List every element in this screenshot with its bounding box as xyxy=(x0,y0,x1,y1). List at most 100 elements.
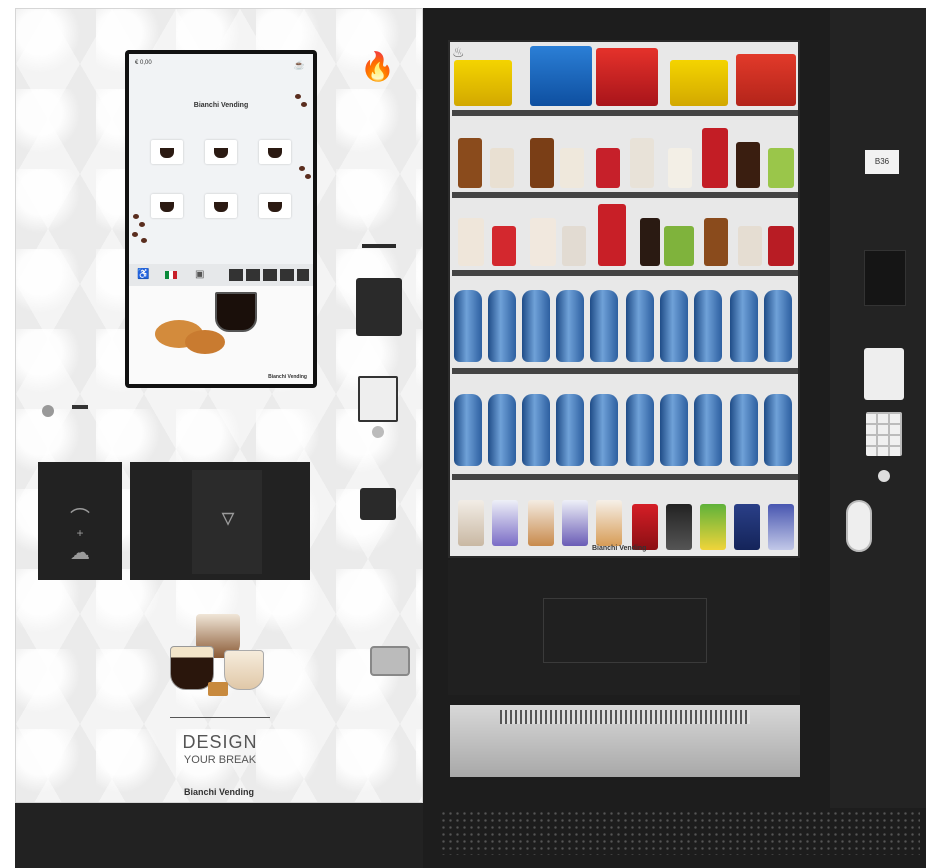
candy-bar xyxy=(768,148,794,188)
candy-bar xyxy=(560,148,584,188)
side-label: B36 xyxy=(865,150,899,174)
promo-banner: Bianchi Vending xyxy=(129,286,313,384)
candy-bar xyxy=(668,148,692,188)
brand-plate: Bianchi Vending xyxy=(183,787,254,797)
water-bottle xyxy=(730,290,758,362)
can xyxy=(632,504,658,550)
chips-bag xyxy=(530,46,592,106)
price-display: € 0,00 xyxy=(135,60,152,66)
key-lock[interactable] xyxy=(42,405,54,417)
coin-acceptor[interactable] xyxy=(358,376,398,422)
keypad-key[interactable] xyxy=(280,269,294,281)
language-flag-icon[interactable] xyxy=(165,271,177,279)
candy-bar xyxy=(768,226,794,266)
slogan-line2: YOUR BREAK xyxy=(183,754,257,766)
coin-return-cup[interactable] xyxy=(370,646,410,676)
chips-bag xyxy=(596,48,658,106)
candy-bar xyxy=(630,138,654,188)
candy-bar xyxy=(736,142,760,188)
screen-toolbar: ♿ ▣ xyxy=(129,264,313,286)
card-reader[interactable] xyxy=(356,278,402,336)
water-bottle xyxy=(556,394,584,466)
candy-bar xyxy=(458,138,482,188)
display-window xyxy=(360,488,396,520)
product-window xyxy=(448,40,800,558)
water-bottle xyxy=(454,394,482,466)
plus-icon: + xyxy=(76,526,84,540)
candy-bar xyxy=(664,226,694,266)
flame-logo-icon: 🔥 xyxy=(360,51,395,82)
water-bottle xyxy=(454,290,482,362)
card-reader[interactable] xyxy=(864,250,906,306)
water-bottle xyxy=(694,394,722,466)
milk-drink xyxy=(596,500,622,546)
hatch-grille xyxy=(500,710,750,724)
shelf xyxy=(452,192,798,198)
candy-bar xyxy=(702,128,728,188)
water-bottle xyxy=(488,394,516,466)
drink-tile[interactable] xyxy=(151,194,183,218)
milk-drink xyxy=(458,500,484,546)
screen-content[interactable]: € 0,00 ☕ Bianchi Vending ♿ ▣ Bianchi Ven… xyxy=(129,54,313,384)
drink-tile[interactable] xyxy=(151,140,183,164)
candy-bar xyxy=(598,204,626,266)
candy-bar xyxy=(562,226,586,266)
water-bottle xyxy=(522,290,550,362)
cup-dispenser-door[interactable]: ▿ xyxy=(130,462,310,580)
water-bottle xyxy=(694,290,722,362)
milk-drink xyxy=(528,500,554,546)
coin-return-button[interactable] xyxy=(878,470,890,482)
selection-keypad[interactable] xyxy=(866,412,902,456)
candy-bar xyxy=(530,138,554,188)
touch-screen[interactable]: € 0,00 ☕ Bianchi Vending ♿ ▣ Bianchi Ven… xyxy=(125,50,317,388)
glass-brand: Bianchi Vending xyxy=(592,545,647,552)
cup-size-icon[interactable]: ▣ xyxy=(195,269,204,280)
keypad-key[interactable] xyxy=(246,269,260,281)
can xyxy=(700,504,726,550)
shelf xyxy=(452,474,798,480)
water-bottle xyxy=(488,290,516,362)
candy-bar xyxy=(530,218,556,266)
drink-tile[interactable] xyxy=(259,140,291,164)
water-bottle xyxy=(626,290,654,362)
flame-logo-icon: ☕ xyxy=(293,60,305,70)
milk-drink xyxy=(492,500,518,546)
water-bottle xyxy=(590,394,618,466)
water-bottle xyxy=(660,394,688,466)
drink-tile[interactable] xyxy=(205,194,237,218)
candy-bar xyxy=(738,226,762,266)
chips-bag xyxy=(454,60,512,106)
food-door[interactable]: ⌒ + ☁ xyxy=(38,462,122,580)
accessibility-icon[interactable]: ♿ xyxy=(137,269,149,280)
water-bottle xyxy=(626,394,654,466)
coin-acceptor[interactable] xyxy=(864,348,904,400)
water-bottle xyxy=(764,394,792,466)
drink-tile[interactable] xyxy=(259,194,291,218)
coffee-machine-base xyxy=(15,803,423,868)
indicator-led xyxy=(72,405,88,409)
candy-bar xyxy=(492,226,516,266)
drink-tile[interactable] xyxy=(205,140,237,164)
candy-bar xyxy=(458,218,484,266)
candy-bar xyxy=(490,148,514,188)
side-payment-panel xyxy=(830,8,926,808)
coin-return-button[interactable] xyxy=(372,426,384,438)
card-slot[interactable] xyxy=(362,244,396,248)
coffee-cups-illustration xyxy=(168,610,268,705)
cup-icon: ▿ xyxy=(221,502,235,532)
shelf xyxy=(452,270,798,276)
water-bottle xyxy=(522,394,550,466)
keypad-key[interactable] xyxy=(297,269,309,281)
lower-window xyxy=(543,598,707,663)
screen-brand: Bianchi Vending xyxy=(193,102,249,109)
keypad-key[interactable] xyxy=(229,269,243,281)
keypad-key[interactable] xyxy=(263,269,277,281)
slogan-divider xyxy=(170,717,270,718)
can xyxy=(734,504,760,550)
door-handle[interactable] xyxy=(846,500,872,552)
shelf xyxy=(452,368,798,374)
water-bottle xyxy=(764,290,792,362)
chips-bag xyxy=(670,60,728,106)
promo-brand: Bianchi Vending xyxy=(268,374,307,380)
pastry-icon: ☁ xyxy=(70,542,90,564)
